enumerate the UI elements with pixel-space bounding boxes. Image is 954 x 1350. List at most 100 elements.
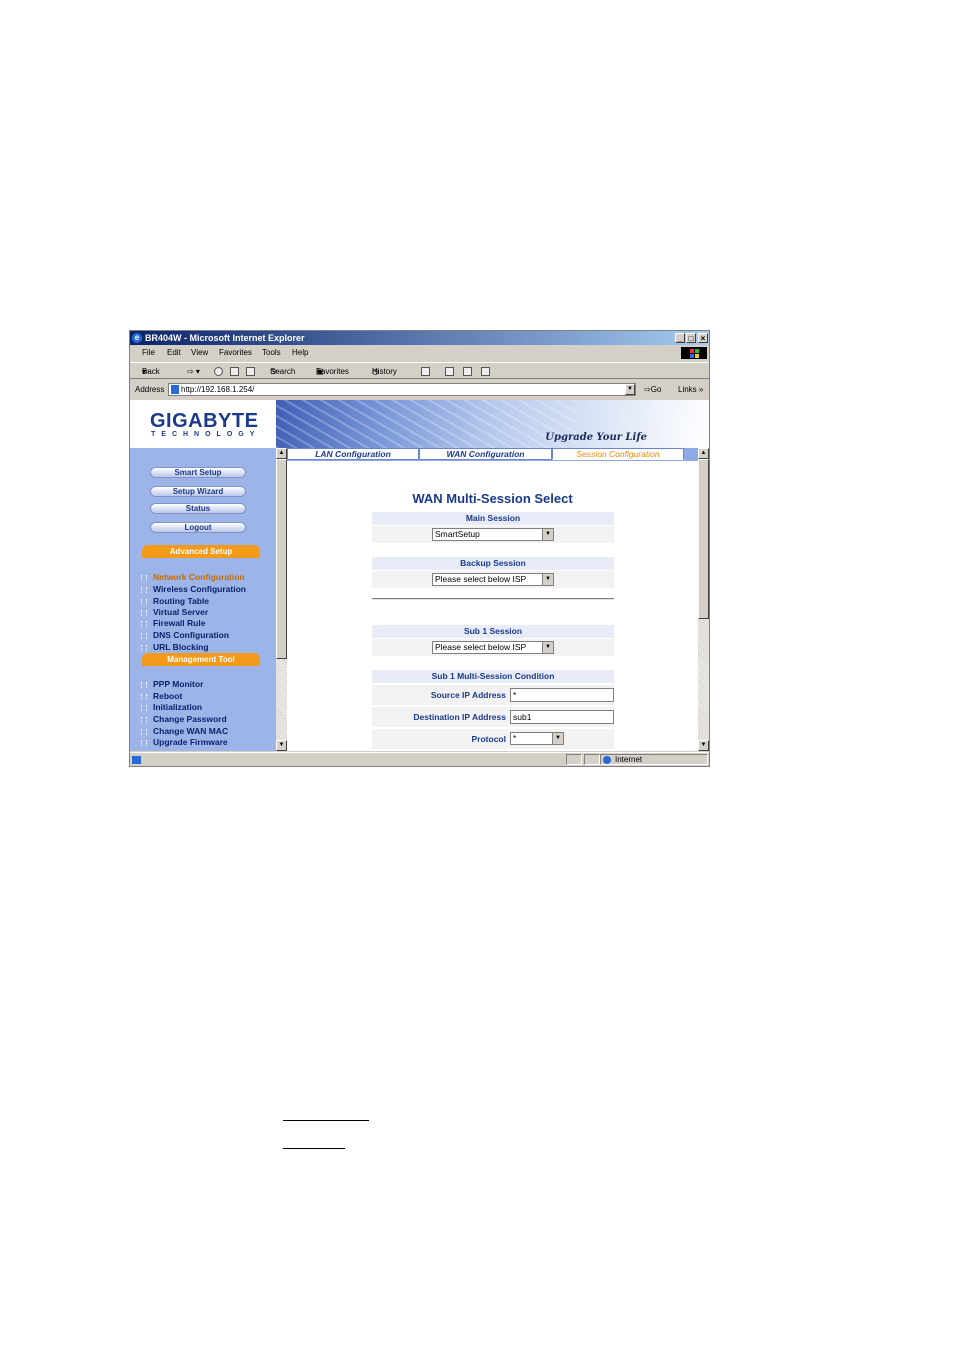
chevron-down-icon: ▼ (542, 574, 553, 585)
bullet-icon (141, 681, 147, 688)
mail-icon[interactable] (421, 367, 430, 376)
scroll-down-icon[interactable]: ▼ (276, 740, 287, 751)
nav-routing-table[interactable]: Routing Table (141, 596, 209, 606)
browser-window: e BR404W - Microsoft Internet Explorer _… (129, 330, 710, 767)
address-dropdown-icon[interactable]: ▼ (625, 384, 635, 395)
protocol-select[interactable]: * ▼ (510, 732, 564, 745)
main-session-select[interactable]: SmartSetup ▼ (432, 528, 554, 541)
forward-button[interactable]: ⇨ ▾ (187, 363, 200, 380)
nav-virtual-server[interactable]: Virtual Server (141, 607, 208, 617)
address-input[interactable]: http://192.168.1.254/ (168, 383, 636, 396)
logout-button[interactable]: Logout (150, 522, 246, 533)
menu-help[interactable]: Help (292, 346, 308, 360)
nav-label: Virtual Server (153, 607, 209, 617)
nav-label: Network Configuration (153, 572, 245, 582)
back-button[interactable]: ⇦ Back ▾ (142, 363, 160, 380)
go-label: Go (650, 385, 662, 394)
underline-1 (283, 1120, 369, 1121)
bullet-icon (141, 728, 147, 735)
bullet-icon (141, 609, 147, 616)
menu-tools[interactable]: Tools (262, 346, 281, 360)
nav-wireless-configuration[interactable]: Wireless Configuration (141, 584, 246, 594)
bullet-icon (141, 704, 147, 711)
main-frame-scrollbar[interactable]: ▲ ▼ (698, 448, 709, 751)
menu-edit[interactable]: Edit (167, 346, 181, 360)
go-button[interactable]: ⇨Go (644, 381, 661, 398)
scroll-up-icon[interactable]: ▲ (276, 448, 287, 459)
sub1-session-value: Please select below ISP (435, 642, 527, 652)
scroll-down-icon[interactable]: ▼ (698, 740, 709, 751)
source-ip-input[interactable]: * (510, 688, 614, 702)
bullet-icon (141, 739, 147, 746)
nav-label: Change Password (153, 714, 227, 724)
scroll-thumb[interactable] (276, 459, 287, 659)
underline-2 (283, 1148, 345, 1149)
nav-ppp-monitor[interactable]: PPP Monitor (141, 679, 203, 689)
nav-label: URL Blocking (153, 642, 209, 652)
nav-firewall-rule[interactable]: Firewall Rule (141, 618, 205, 628)
bullet-icon (141, 632, 147, 639)
banner-image (276, 400, 576, 448)
windows-logo-icon (681, 347, 707, 359)
page-done-icon (132, 756, 141, 764)
status-bar: Internet (130, 752, 709, 766)
bullet-icon (141, 574, 147, 581)
tab-wan-configuration[interactable]: WAN Configuration (419, 448, 552, 460)
maximize-button[interactable]: □ (686, 333, 696, 343)
nav-change-password[interactable]: Change Password (141, 714, 227, 724)
close-button[interactable]: × (698, 333, 708, 343)
chevron-down-icon: ▼ (552, 733, 563, 744)
favorites-label: Favorites (316, 367, 349, 376)
menu-file[interactable]: File (142, 346, 155, 360)
setup-wizard-button[interactable]: Setup Wizard (150, 486, 246, 497)
history-label: History (372, 367, 397, 376)
slogan: Upgrade Your Life (545, 432, 647, 443)
minimize-button[interactable]: _ (675, 333, 685, 343)
edit-icon[interactable] (463, 367, 472, 376)
nav-reboot[interactable]: Reboot (141, 691, 182, 701)
nav-label: Firewall Rule (153, 618, 206, 628)
nav-dns-configuration[interactable]: DNS Configuration (141, 630, 229, 640)
menu-favorites[interactable]: Favorites (219, 346, 252, 360)
protocol-value: * (513, 733, 517, 743)
nav-upgrade-firmware[interactable]: Upgrade Firmware (141, 737, 228, 747)
nav-change-wan-mac[interactable]: Change WAN MAC (141, 726, 228, 736)
nav-initialization[interactable]: Initialization (141, 702, 202, 712)
nav-url-blocking[interactable]: URL Blocking (141, 642, 209, 652)
smart-setup-button[interactable]: Smart Setup (150, 467, 246, 478)
search-label: Search (270, 367, 296, 376)
backup-session-select[interactable]: Please select below ISP ▼ (432, 573, 554, 586)
nav-network-configuration[interactable]: Network Configuration (141, 572, 245, 582)
destination-ip-input[interactable]: sub1 (510, 710, 614, 724)
menu-bar: File Edit View Favorites Tools Help (130, 346, 709, 360)
bullet-icon (141, 586, 147, 593)
backup-session-value: Please select below ISP (435, 574, 527, 584)
tab-session-configuration[interactable]: Session Configuration (552, 448, 684, 460)
stop-icon[interactable] (214, 367, 223, 376)
nav-label: Initialization (153, 702, 203, 712)
discuss-icon[interactable] (481, 367, 490, 376)
home-icon[interactable] (246, 367, 255, 376)
page-icon (171, 385, 179, 394)
web-page: GIGABYTE TECHNOLOGY Upgrade Your Life Sm… (130, 400, 709, 751)
main-session-header: Main Session (372, 512, 614, 525)
tab-bar: LAN Configuration WAN Configuration Sess… (287, 448, 698, 461)
main-session-row: SmartSetup ▼ (372, 526, 614, 543)
page-header: GIGABYTE TECHNOLOGY Upgrade Your Life (130, 400, 709, 448)
sub1-session-select[interactable]: Please select below ISP ▼ (432, 641, 554, 654)
scroll-up-icon[interactable]: ▲ (698, 448, 709, 459)
links-button[interactable]: Links » (678, 381, 703, 398)
status-button[interactable]: Status (150, 503, 246, 514)
window-title: BR404W - Microsoft Internet Explorer (145, 333, 305, 343)
address-label: Address (135, 385, 165, 394)
advanced-setup-header: Advanced Setup (142, 545, 260, 558)
left-frame-scrollbar[interactable]: ▲ ▼ (276, 448, 287, 751)
status-cell (566, 754, 582, 765)
print-icon[interactable] (445, 367, 454, 376)
left-navigation: Smart Setup Setup Wizard Status Logout A… (130, 448, 276, 751)
tab-lan-configuration[interactable]: LAN Configuration (287, 448, 419, 460)
refresh-icon[interactable] (230, 367, 239, 376)
scroll-thumb[interactable] (698, 459, 709, 619)
logo-subtitle: TECHNOLOGY (151, 431, 261, 438)
menu-view[interactable]: View (191, 346, 208, 360)
